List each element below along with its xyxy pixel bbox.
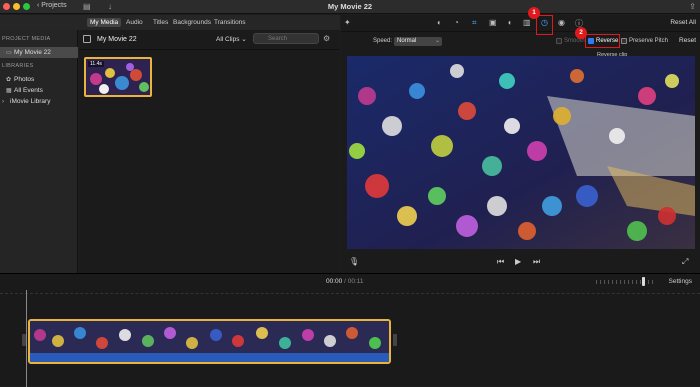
film-icon: ▭ bbox=[6, 50, 12, 56]
browser-title: My Movie 22 bbox=[97, 36, 137, 43]
color-balance-icon[interactable]: ◐ bbox=[437, 18, 442, 27]
tab-transitions[interactable]: Transitions bbox=[211, 18, 249, 27]
timeline-panel: 00:00 / 00:11 Settings bbox=[0, 273, 700, 387]
playhead[interactable] bbox=[26, 290, 27, 387]
color-correction-icon[interactable]: ◔ bbox=[454, 18, 459, 27]
speed-highlight-box bbox=[536, 15, 553, 35]
library-sidebar: PROJECT MEDIA ▭ My Movie 22 LIBRARIES ✿ Ph… bbox=[0, 30, 78, 273]
browser-settings-icon[interactable]: ⚙ bbox=[323, 34, 330, 43]
reset-all-button[interactable]: Reset All bbox=[670, 19, 696, 26]
stabilization-icon[interactable]: ▣ bbox=[489, 18, 497, 27]
crop-icon[interactable]: ⌗ bbox=[472, 18, 477, 28]
clip-right-handle[interactable] bbox=[393, 334, 397, 346]
clip-duration: 11.4s bbox=[88, 61, 104, 67]
title-bar: ‹ Projects ▤ ↓ My Movie 22 ⇪ bbox=[0, 0, 700, 14]
clip-filter-icon[interactable]: ◉ bbox=[558, 18, 565, 27]
window-title: My Movie 22 bbox=[327, 2, 373, 11]
timeline-clip[interactable] bbox=[28, 319, 391, 364]
step-2-badge: 2 bbox=[575, 27, 587, 39]
libraries-heading: LIBRARIES bbox=[2, 63, 34, 69]
chevron-down-icon: ⌄ bbox=[241, 36, 247, 43]
share-icon[interactable]: ⇪ bbox=[689, 2, 696, 11]
media-tabs: My Media Audio Titles Backgrounds Transi… bbox=[0, 15, 340, 30]
tab-backgrounds[interactable]: Backgrounds bbox=[170, 18, 214, 27]
disclosure-icon: › bbox=[2, 99, 4, 105]
sidebar-item-imovie-library[interactable]: › iMovie Library bbox=[0, 96, 78, 107]
microphone-icon[interactable]: 🎙 bbox=[349, 257, 359, 266]
viewer-panel: ✦ ◐ ◔ ⌗ ▣ ◖ ▥ ◷ ◉ ⓘ Reset All 1 Speed: N… bbox=[341, 7, 700, 273]
toggle-sidebar-icon[interactable] bbox=[83, 35, 91, 43]
reset-button[interactable]: Reset bbox=[679, 37, 696, 44]
browser-header: My Movie 22 All Clips ⌄ ⌕ Search ⚙ bbox=[79, 30, 340, 50]
preserve-pitch-label: Preserve Pitch bbox=[629, 38, 669, 44]
video-preview[interactable] bbox=[347, 56, 695, 249]
speed-controls: Speed: Normal ⌄ Smooth Reverse Preserve P… bbox=[341, 27, 700, 49]
preserve-pitch-checkbox[interactable] bbox=[621, 38, 627, 44]
magic-wand-icon[interactable]: ✦ bbox=[344, 18, 351, 27]
tab-titles[interactable]: Titles bbox=[150, 18, 171, 27]
clip-thumbnail[interactable]: 11.4s bbox=[84, 57, 152, 97]
audio-waveform bbox=[30, 353, 389, 362]
sidebar-item-photos[interactable]: ✿ Photos bbox=[0, 74, 78, 85]
search-input[interactable]: Search bbox=[253, 33, 319, 44]
timecode: 00:00 / 00:11 bbox=[326, 278, 364, 285]
crowd-video-frame bbox=[347, 56, 695, 249]
skip-forward-icon[interactable]: ⏭ bbox=[533, 257, 540, 267]
adjustments-toolbar: ✦ ◐ ◔ ⌗ ▣ ◖ ▥ ◷ ◉ ⓘ Reset All 1 bbox=[341, 7, 700, 35]
zoom-slider-knob[interactable] bbox=[642, 277, 645, 286]
timeline-settings-button[interactable]: Settings bbox=[669, 278, 693, 285]
chevron-down-icon: ⌄ bbox=[434, 38, 440, 44]
tab-my-media[interactable]: My Media bbox=[87, 18, 122, 27]
volume-icon[interactable]: ◖ bbox=[507, 18, 512, 27]
clip-filmstrip bbox=[30, 321, 389, 355]
project-media-heading: PROJECT MEDIA bbox=[2, 36, 51, 42]
skip-back-icon[interactable]: ⏮ bbox=[497, 257, 504, 267]
play-icon[interactable]: ▶ bbox=[515, 257, 521, 266]
reverse-highlight-box bbox=[585, 34, 620, 48]
tab-audio[interactable]: Audio bbox=[123, 18, 146, 27]
fullscreen-icon[interactable]: ⤢ bbox=[682, 257, 688, 267]
timeline-ruler bbox=[0, 290, 700, 294]
sidebar-item-all-events[interactable]: ▦ All Events bbox=[0, 85, 78, 96]
speed-select[interactable]: Normal ⌄ bbox=[394, 37, 442, 46]
step-1-badge: 1 bbox=[528, 7, 540, 19]
smooth-checkbox[interactable] bbox=[556, 38, 562, 44]
media-browser: My Movie 22 All Clips ⌄ ⌕ Search ⚙ 11.4s bbox=[79, 30, 340, 273]
noise-reduction-icon[interactable]: ▥ bbox=[523, 18, 531, 27]
timeline-zoom-slider[interactable] bbox=[596, 280, 654, 284]
speed-label: Speed: bbox=[373, 38, 393, 44]
sidebar-item-project[interactable]: ▭ My Movie 22 bbox=[0, 47, 78, 58]
all-clips-dropdown[interactable]: All Clips ⌄ bbox=[216, 35, 247, 43]
